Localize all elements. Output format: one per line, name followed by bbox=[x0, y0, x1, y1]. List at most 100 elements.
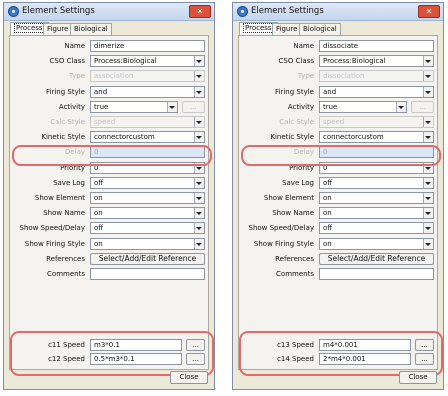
save-log-value: off bbox=[323, 178, 333, 187]
speed-input[interactable]: 0.5*m3*0.1 bbox=[90, 353, 182, 365]
name-input[interactable]: dissociate bbox=[319, 40, 434, 52]
row-show-name: Show Name on bbox=[10, 207, 210, 220]
speed-more-button[interactable]: ... bbox=[186, 353, 205, 365]
dropdown-arrow-icon bbox=[194, 117, 204, 127]
dropdown-arrow-icon[interactable] bbox=[194, 193, 204, 203]
show-firing-style-select[interactable]: on bbox=[90, 237, 205, 250]
activity-select[interactable]: true bbox=[90, 100, 178, 113]
speed-input[interactable]: m4*0.001 bbox=[319, 339, 411, 351]
priority-select[interactable]: 0 bbox=[319, 161, 434, 174]
dropdown-arrow-icon[interactable] bbox=[423, 86, 433, 97]
speed-more-button[interactable]: ... bbox=[415, 353, 434, 365]
speed-more-button[interactable]: ... bbox=[186, 339, 205, 351]
dropdown-arrow-icon[interactable] bbox=[194, 56, 204, 67]
save-log-value: off bbox=[94, 178, 104, 187]
dropdown-arrow-icon[interactable] bbox=[423, 208, 433, 219]
activity-label: Activity bbox=[58, 102, 85, 111]
row-activity: Activity true... bbox=[239, 100, 439, 113]
tab-figure[interactable]: Figure bbox=[272, 23, 302, 35]
speed-value: m3*0.1 bbox=[94, 341, 120, 349]
select-add-edit-reference-button[interactable]: Select/Add/Edit Reference bbox=[319, 252, 434, 265]
dropdown-arrow-icon[interactable] bbox=[167, 101, 177, 112]
cso-class-value: Process:Biological bbox=[94, 57, 157, 66]
priority-select[interactable]: 0 bbox=[90, 161, 205, 174]
dropdown-arrow-icon bbox=[423, 117, 433, 127]
show-name-label: Show Name bbox=[43, 209, 85, 218]
firing-style-select[interactable]: and bbox=[319, 85, 434, 98]
save-log-select[interactable]: off bbox=[319, 176, 434, 189]
tab-biological[interactable]: Biological bbox=[299, 23, 341, 35]
show-name-select[interactable]: on bbox=[90, 207, 205, 220]
settings-panel: Name dissociate CSO Class Process:Biologica… bbox=[238, 35, 438, 370]
dropdown-arrow-icon[interactable] bbox=[423, 193, 433, 203]
show-element-label: Show Element bbox=[263, 194, 314, 202]
firing-style-select[interactable]: and bbox=[90, 85, 205, 98]
save-log-select[interactable]: off bbox=[90, 176, 205, 189]
show-firing-style-value: on bbox=[94, 239, 103, 248]
kinetic-style-select[interactable]: connectorcustom bbox=[90, 131, 205, 144]
close-icon[interactable]: ✕ bbox=[418, 5, 440, 18]
dropdown-arrow-icon[interactable] bbox=[194, 86, 204, 97]
cso-class-select[interactable]: Process:Biological bbox=[90, 55, 205, 68]
kinetic-style-select[interactable]: connectorcustom bbox=[319, 131, 434, 144]
activity-label: Activity bbox=[287, 102, 314, 111]
dropdown-arrow-icon[interactable] bbox=[423, 56, 433, 67]
row-comments: Comments bbox=[10, 268, 210, 280]
show-name-select[interactable]: on bbox=[319, 207, 434, 220]
show-speed-delay-label: Show Speed/Delay bbox=[19, 224, 86, 233]
delay-input[interactable]: 0 bbox=[90, 146, 205, 159]
dropdown-arrow-icon[interactable] bbox=[194, 208, 204, 219]
comments-input[interactable] bbox=[90, 268, 205, 280]
row-name: Name dimerize bbox=[10, 40, 210, 52]
speed-value: 0.5*m3*0.1 bbox=[94, 355, 135, 363]
calc-style-value: speed bbox=[94, 118, 116, 126]
close-button[interactable]: Close bbox=[399, 371, 437, 384]
dropdown-arrow-icon[interactable] bbox=[194, 132, 204, 143]
row-activity: Activity true... bbox=[10, 100, 210, 113]
dropdown-arrow-icon[interactable] bbox=[423, 132, 433, 143]
name-input[interactable]: dimerize bbox=[90, 40, 205, 52]
speed-more-button[interactable]: ... bbox=[415, 339, 434, 351]
kinetic-style-value: connectorcustom bbox=[94, 133, 155, 142]
show-name-label: Show Name bbox=[272, 209, 314, 218]
show-speed-delay-value: off bbox=[94, 224, 104, 233]
delay-label: Delay bbox=[293, 148, 314, 157]
tab-biological[interactable]: Biological bbox=[70, 23, 112, 35]
speed-input[interactable]: 2*m4*0.001 bbox=[319, 353, 411, 365]
close-icon[interactable]: ✕ bbox=[189, 5, 211, 18]
activity-select[interactable]: true bbox=[319, 100, 407, 113]
name-label: Name bbox=[64, 42, 85, 50]
dropdown-arrow-icon[interactable] bbox=[194, 177, 204, 188]
dropdown-arrow-icon[interactable] bbox=[194, 238, 204, 249]
dropdown-arrow-icon[interactable] bbox=[423, 238, 433, 249]
close-button[interactable]: Close bbox=[170, 371, 208, 384]
comments-input[interactable] bbox=[319, 268, 434, 280]
title-bar: Element Settings ✕ bbox=[4, 3, 214, 21]
tab-figure[interactable]: Figure bbox=[43, 23, 73, 35]
dropdown-arrow-icon[interactable] bbox=[423, 177, 433, 188]
show-speed-delay-select[interactable]: off bbox=[319, 222, 434, 235]
dropdown-arrow-icon[interactable] bbox=[194, 223, 204, 234]
window-title: Element Settings bbox=[251, 6, 324, 16]
dropdown-arrow-icon[interactable] bbox=[423, 162, 433, 173]
select-add-edit-reference-button[interactable]: Select/Add/Edit Reference bbox=[90, 252, 205, 265]
row-references: References Select/Add/Edit Reference bbox=[239, 252, 439, 265]
show-speed-delay-select[interactable]: off bbox=[90, 222, 205, 235]
row-kinetic-style: Kinetic Style connectorcustom bbox=[10, 131, 210, 144]
dropdown-arrow-icon[interactable] bbox=[194, 162, 204, 173]
dropdown-arrow-icon[interactable] bbox=[423, 223, 433, 234]
show-element-select[interactable]: on bbox=[90, 192, 205, 204]
tab-label: Figure bbox=[47, 25, 69, 33]
speed-input[interactable]: m3*0.1 bbox=[90, 339, 182, 351]
cso-class-select[interactable]: Process:Biological bbox=[319, 55, 434, 68]
speed-row: c13 Speed m4*0.001... bbox=[239, 339, 439, 351]
tab-label: Figure bbox=[276, 25, 298, 33]
show-speed-delay-label: Show Speed/Delay bbox=[248, 224, 315, 233]
delay-value: 0 bbox=[94, 148, 99, 157]
show-element-select[interactable]: on bbox=[319, 192, 434, 204]
speed-label: c14 Speed bbox=[277, 355, 314, 363]
show-firing-style-select[interactable]: on bbox=[319, 237, 434, 250]
delay-input[interactable]: 0 bbox=[319, 146, 434, 159]
row-save-log: Save Log off bbox=[239, 176, 439, 189]
dropdown-arrow-icon[interactable] bbox=[396, 101, 406, 112]
